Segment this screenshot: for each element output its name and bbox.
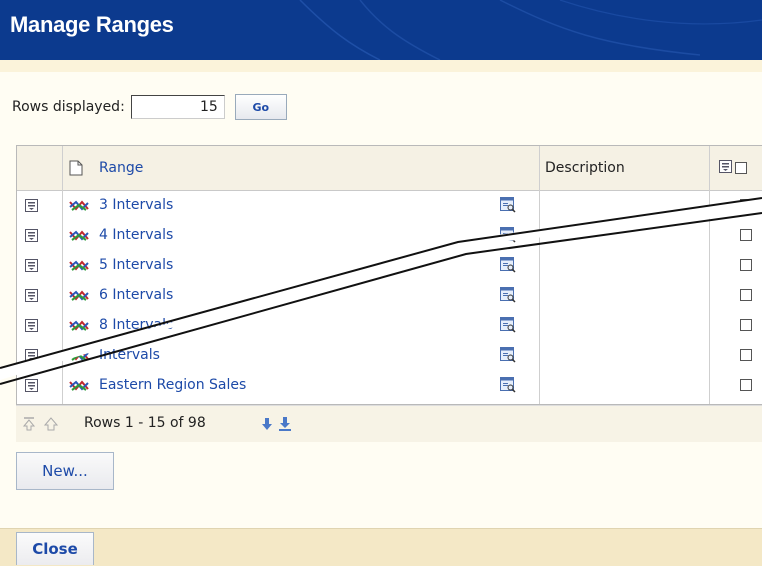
table-row: 5 Intervals [17,250,762,280]
header-menu-col [17,146,63,190]
range-name-link[interactable]: Eastern Region Sales [99,370,246,400]
row-menu-icon[interactable] [25,280,38,310]
details-icon[interactable] [500,340,516,370]
table-header: Range Description [17,146,762,191]
next-page-icon[interactable] [260,416,276,436]
column-header-range[interactable]: Range [99,146,143,190]
select-menu-icon[interactable] [719,159,732,177]
page-title: Manage Ranges [10,12,174,37]
row-menu-icon[interactable] [25,250,38,280]
range-chart-icon [69,310,89,340]
select-all-control [719,146,747,190]
row-select-checkbox[interactable] [740,370,752,400]
range-name-link[interactable]: Intervals [99,340,160,370]
row-select-checkbox[interactable] [740,280,752,310]
rows-displayed-label: Rows displayed: [12,99,125,115]
select-all-checkbox[interactable] [735,162,747,174]
row-select-checkbox[interactable] [740,220,752,250]
pager-status: Rows 1 - 15 of 98 [84,415,206,431]
first-page-icon[interactable] [22,416,38,436]
details-icon[interactable] [500,250,516,280]
row-menu-icon[interactable] [25,220,38,250]
details-icon[interactable] [500,280,516,310]
range-name-link[interactable]: 8 Intervals [99,310,173,340]
range-name-link[interactable]: 5 Intervals [99,250,173,280]
close-button[interactable]: Close [16,532,94,565]
bottom-bar [0,528,762,566]
header-details-col [486,146,540,190]
row-menu-icon[interactable] [25,370,38,400]
pager: Rows 1 - 15 of 98 [16,405,762,442]
range-chart-icon [69,340,89,370]
new-range-button[interactable]: New... [16,452,114,490]
header-description-col [539,146,710,190]
row-select-checkbox[interactable] [740,190,752,220]
range-chart-icon [69,280,89,310]
details-icon[interactable] [500,310,516,340]
title-bar: Manage Ranges [0,0,762,60]
last-page-icon[interactable] [278,416,294,436]
row-menu-icon[interactable] [25,340,38,370]
title-bar-divider [0,60,762,72]
document-icon [69,146,83,190]
row-menu-icon[interactable] [25,310,38,340]
go-button[interactable]: Go [234,94,287,120]
row-menu-icon[interactable] [25,190,38,220]
rows-displayed-input[interactable] [130,95,225,119]
range-chart-icon [69,190,89,220]
row-select-checkbox[interactable] [740,250,752,280]
table-row: 3 Intervals [17,190,762,220]
table-row: Eastern Region Sales [17,370,762,400]
range-name-link[interactable]: 4 Intervals [99,220,173,250]
row-select-checkbox[interactable] [740,310,752,340]
table-row: 6 Intervals [17,280,762,310]
rows-displayed-control: Rows displayed: Go [12,92,287,122]
table-row: 4 Intervals [17,220,762,250]
details-icon[interactable] [500,370,516,400]
table-row: Intervals [17,340,762,370]
ranges-table: Range Description 3 Intervals 4 Intervals… [16,145,762,405]
range-chart-icon [69,220,89,250]
row-select-checkbox[interactable] [740,340,752,370]
details-icon[interactable] [500,190,516,220]
range-name-link[interactable]: 3 Intervals [99,190,173,220]
prev-page-icon[interactable] [43,416,60,436]
range-name-link[interactable]: 6 Intervals [99,280,173,310]
details-icon[interactable] [500,220,516,250]
table-row: 8 Intervals [17,310,762,340]
range-chart-icon [69,250,89,280]
range-chart-icon [69,370,89,400]
